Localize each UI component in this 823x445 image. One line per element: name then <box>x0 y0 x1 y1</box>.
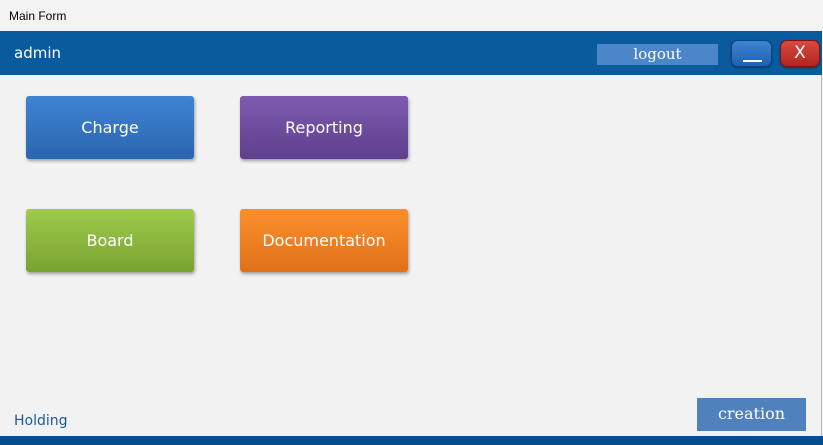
charge-tile-button[interactable]: Charge <box>26 96 194 159</box>
window-title: Main Form <box>9 9 67 23</box>
holding-label: Holding <box>14 413 68 429</box>
main-form-window: Main Form admin logout X Charge Reportin… <box>0 0 822 445</box>
documentation-tile-button[interactable]: Documentation <box>240 209 408 272</box>
current-user-label: admin <box>14 44 61 62</box>
header-bar: admin logout X <box>0 31 822 75</box>
logout-button[interactable]: logout <box>597 44 718 65</box>
minimize-icon <box>743 60 762 62</box>
creation-button[interactable]: creation <box>697 398 806 431</box>
title-bar: Main Form <box>0 0 822 31</box>
minimize-button[interactable] <box>731 40 772 67</box>
taskbar-strip <box>0 436 823 445</box>
board-tile-button[interactable]: Board <box>26 209 194 272</box>
reporting-tile-button[interactable]: Reporting <box>240 96 408 159</box>
close-button[interactable]: X <box>780 40 820 67</box>
